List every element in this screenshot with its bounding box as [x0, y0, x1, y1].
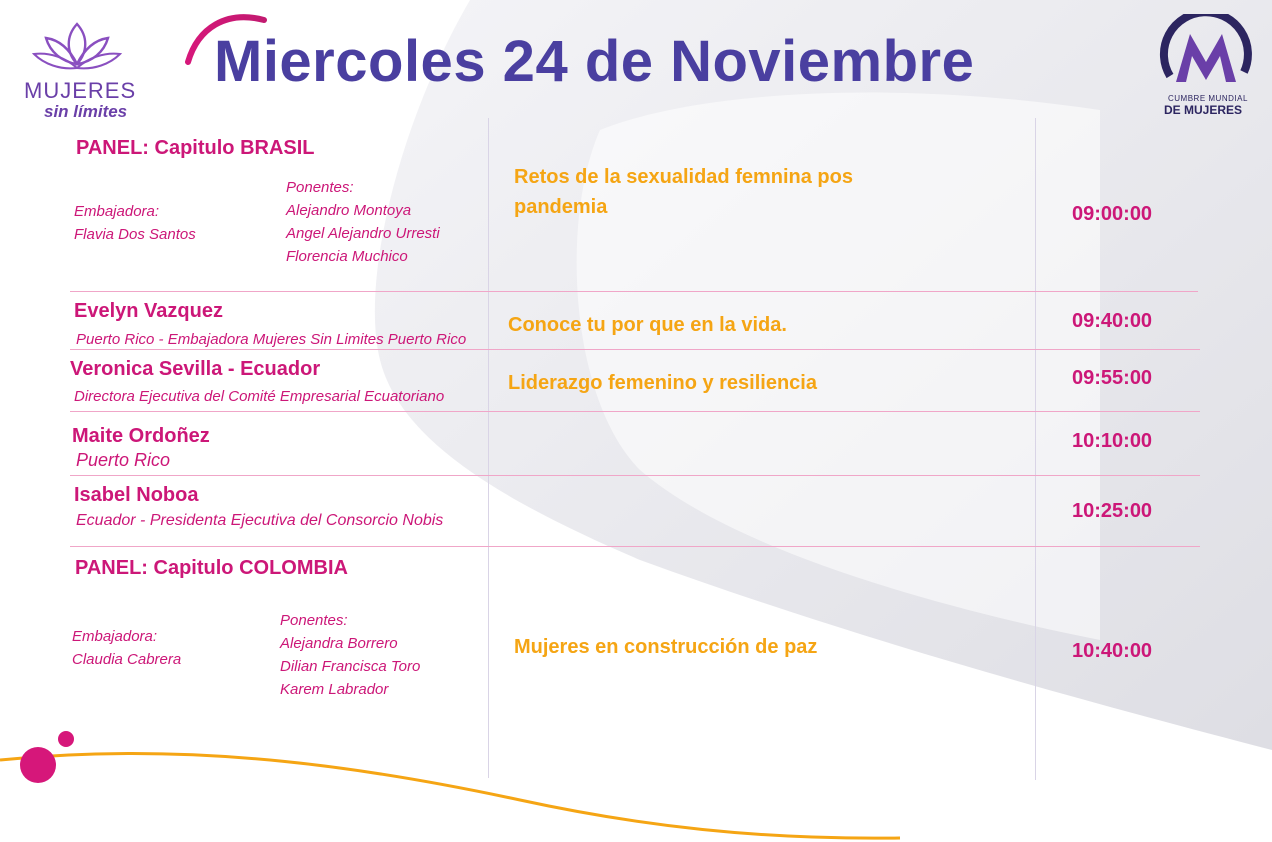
time-slot: 09:00:00 — [1072, 203, 1153, 225]
speaker-name: Alejandro Montoya — [286, 202, 412, 219]
topic-title: Retos de la sexualidad femnina pos — [514, 166, 853, 188]
topic-title: pandemia — [514, 196, 608, 218]
topic-title: Mujeres en construcción de paz — [514, 636, 818, 658]
ambassador-name: Flavia Dos Santos — [74, 226, 196, 243]
speaker-detail: Ecuador - Presidenta Ejecutiva del Conso… — [76, 512, 444, 529]
logo-right-line2: DE MUJERES — [1164, 103, 1243, 117]
lotus-icon — [31, 22, 123, 70]
cumbre-mundial-logo: CUMBRE MUNDIAL DE MUJERES — [1150, 8, 1260, 118]
time-slot: 10:25:00 — [1072, 500, 1153, 522]
topic-title: Conoce tu por que en la vida. — [508, 314, 787, 336]
speaker-name: Karem Labrador — [280, 681, 389, 698]
speaker-name: Angel Alejandro Urresti — [286, 225, 440, 242]
speaker-detail: Puerto Rico - Embajadora Mujeres Sin Lim… — [76, 331, 467, 348]
row-divider — [70, 546, 1200, 547]
mujeres-sin-limites-logo: MUJERES sin límites — [22, 18, 135, 128]
time-slot: 10:10:00 — [1072, 430, 1153, 452]
ambassador-label: Embajadora: — [74, 203, 160, 220]
column-divider-left — [488, 118, 489, 778]
row-divider — [70, 475, 1200, 476]
speakers-label: Ponentes: — [286, 179, 354, 196]
ambassador-name: Claudia Cabrera — [72, 651, 182, 668]
background-decoration — [0, 0, 1272, 840]
ambassador-label: Embajadora: — [72, 628, 158, 645]
small-magenta-dot — [58, 731, 74, 747]
column-divider-right — [1035, 118, 1036, 780]
logo-right-line1: CUMBRE MUNDIAL — [1168, 94, 1248, 103]
big-magenta-dot — [20, 747, 56, 783]
logo-left-line1: MUJERES — [24, 78, 137, 103]
schedule-page: MUJERES sin límites Miercoles 24 de Novi… — [0, 0, 1272, 842]
time-slot: 10:40:00 — [1072, 640, 1153, 662]
time-slot: 09:55:00 — [1072, 367, 1153, 389]
orange-bottom-swoosh — [0, 752, 901, 840]
row-divider — [70, 291, 1198, 292]
speaker-title: Evelyn Vazquez — [74, 300, 223, 322]
panel-title: PANEL: Capitulo COLOMBIA — [75, 557, 348, 579]
page-title: Miercoles 24 de Noviembre — [214, 29, 975, 94]
m-circle-icon — [1159, 8, 1252, 82]
speaker-detail: Puerto Rico — [76, 450, 171, 470]
speaker-title: Veronica Sevilla - Ecuador — [70, 358, 321, 380]
speaker-name: Florencia Muchico — [286, 248, 408, 265]
speaker-name: Dilian Francisca Toro — [280, 658, 421, 675]
speaker-title: Isabel Noboa — [74, 484, 199, 506]
time-slot: 09:40:00 — [1072, 310, 1153, 332]
logo-left-line2: sin límites — [44, 102, 128, 121]
speakers-label: Ponentes: — [280, 612, 348, 629]
speaker-detail: Directora Ejecutiva del Comité Empresari… — [74, 388, 445, 405]
topic-title: Liderazgo femenino y resiliencia — [508, 372, 817, 394]
row-divider — [70, 411, 1200, 412]
speaker-name: Alejandra Borrero — [280, 635, 398, 652]
panel-title: PANEL: Capitulo BRASIL — [76, 137, 315, 159]
speaker-title: Maite Ordoñez — [72, 425, 210, 447]
